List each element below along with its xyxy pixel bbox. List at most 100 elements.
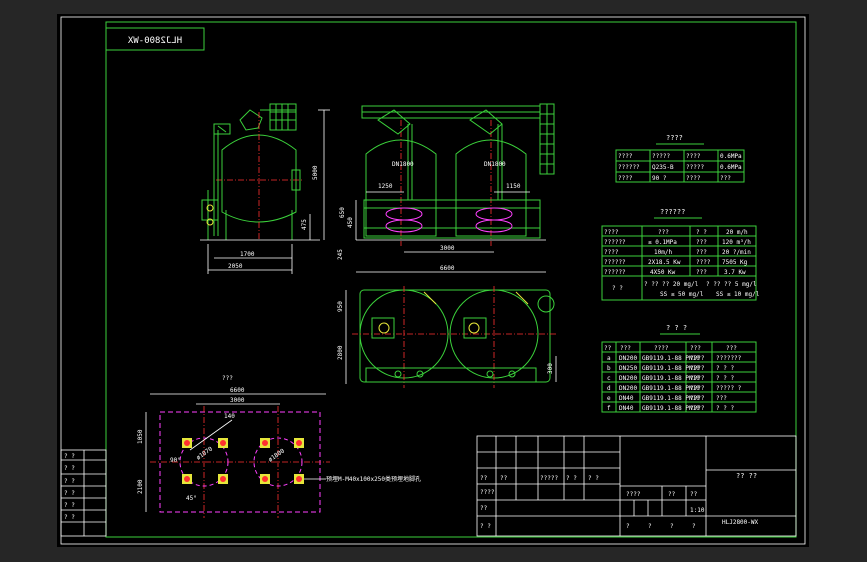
- tech-last-c: SS ≤ 50 mg/l: [660, 291, 704, 298]
- foundation-height-b: 2100: [137, 479, 144, 494]
- tech-cell: ???: [696, 269, 707, 276]
- nozzle-table-title: ? ? ?: [666, 324, 687, 332]
- tech-cell: 3.7 Kw: [724, 269, 746, 276]
- tech-cell: ???: [696, 249, 707, 256]
- tech-cell: ? ?: [696, 229, 707, 236]
- foundation-width-inner: 3000: [230, 397, 245, 404]
- design-cell: ????: [686, 153, 701, 160]
- title-cell: ? ?: [566, 475, 577, 482]
- nozzle-header: ??: [604, 345, 612, 352]
- nozzle-cell: DN200: [619, 385, 637, 392]
- tech-cell: ??????: [604, 259, 626, 266]
- tech-last-b: ? ?? ?? 5 mg/l: [706, 281, 757, 288]
- tech-cell: 4X50 Kw: [650, 269, 676, 276]
- title-foot: ?: [692, 523, 696, 530]
- title-foot: ?: [626, 523, 630, 530]
- nozzle-cell: e: [607, 395, 611, 402]
- title-cell: ? ?: [588, 475, 599, 482]
- tech-last-a: ? ?? ?? 20 mg/l: [644, 281, 699, 288]
- foundation-note: 预埋M-M40x100x250类预埋地脚孔: [326, 475, 421, 483]
- design-cell: 0.6MPa: [720, 153, 742, 160]
- nozzle-cell: d: [607, 385, 611, 392]
- nozzle-cell: ????: [690, 405, 705, 412]
- nozzle-cell: ????: [690, 385, 705, 392]
- nozzle-cell: ????: [690, 355, 705, 362]
- title-scale: 1:10: [690, 507, 705, 514]
- foundation-title: ???: [222, 375, 233, 382]
- design-cell: ????: [618, 175, 633, 182]
- tech-cell: 20 m/h: [726, 229, 748, 236]
- design-table-title: ????: [666, 134, 683, 142]
- title-scale-label: ??: [690, 491, 698, 498]
- nozzle-cell: DN200: [619, 375, 637, 382]
- nozzle-cell: a: [607, 355, 611, 362]
- title-scale-label: ????: [626, 491, 641, 498]
- tech-cell: ???: [696, 239, 707, 246]
- design-cell: ?????: [686, 164, 704, 171]
- nozzle-cell: c: [607, 375, 611, 382]
- tech-cell: ??????: [604, 239, 626, 246]
- nozzle-header: ???: [620, 345, 631, 352]
- tech-cell: ??????: [604, 269, 626, 276]
- design-cell: 90 ?: [652, 175, 667, 182]
- tech-cell: 10m/h: [654, 249, 672, 256]
- design-cell: ???: [720, 175, 731, 182]
- nozzle-cell: ???: [716, 395, 727, 402]
- design-cell: ?????: [652, 153, 670, 160]
- drawing-code: HLJ2800-WX: [722, 519, 759, 526]
- tech-cell: ???: [658, 229, 669, 236]
- tech-cell: ≤ 0.1MPa: [648, 239, 677, 246]
- strip-label: ? ?: [64, 514, 75, 521]
- nozzle-cell: DN200: [619, 355, 637, 362]
- nozzle-cell: DN40: [619, 405, 634, 412]
- tech-cell: 120 m³/h: [722, 239, 751, 246]
- strip-label: ? ?: [64, 453, 75, 460]
- strip-label: ? ?: [64, 502, 75, 509]
- nozzle-cell: DN40: [619, 395, 634, 402]
- title-cell: ????: [480, 489, 495, 496]
- dim-side-height: 5000: [312, 165, 319, 180]
- tech-last-label: ? ?: [612, 285, 623, 292]
- nozzle-header: ???: [726, 345, 737, 352]
- nozzle-cell: ? ? ?: [716, 365, 734, 372]
- nozzle-cell: f: [607, 405, 611, 412]
- nozzle-cell: ????: [690, 375, 705, 382]
- title-cell: ?????: [540, 475, 558, 482]
- tech-cell: 20 ?/min: [722, 249, 751, 256]
- dim-plan-right: 300: [547, 363, 554, 374]
- dim-plan-height-b: 2800: [337, 345, 344, 360]
- foundation-angle-a: 90°: [170, 457, 181, 464]
- tech-cell: ????: [604, 229, 619, 236]
- title-foot: ?: [670, 523, 674, 530]
- dim-front-height-a: 450: [347, 217, 354, 228]
- tech-cell: ????: [696, 259, 711, 266]
- foundation-dim-angle: 140: [224, 413, 235, 420]
- design-cell: ????: [618, 153, 633, 160]
- foundation-width-total: 6600: [230, 387, 245, 394]
- dim-front-left-offset: 1250: [378, 183, 393, 190]
- foundation-height-a: 1050: [137, 429, 144, 444]
- title-foot: ?: [648, 523, 652, 530]
- dim-side-base: 1700: [240, 251, 255, 258]
- nozzle-cell: ????? ?: [716, 385, 742, 392]
- title-cell: ??: [480, 505, 488, 512]
- dim-plan-height-a: 950: [337, 301, 344, 312]
- nozzle-cell: DN250: [619, 365, 637, 372]
- strip-label: ? ?: [64, 490, 75, 497]
- dim-front-base: 3000: [440, 245, 455, 252]
- nozzle-cell: ? ? ?: [716, 375, 734, 382]
- tech-table-title: ??????: [660, 208, 685, 216]
- nozzle-header: ???: [690, 345, 701, 352]
- dim-side-small: 475: [301, 219, 308, 230]
- design-cell: ??????: [618, 164, 640, 171]
- dim-front-left-dn: DN1800: [392, 161, 414, 168]
- tech-last-d: SS ≤ 10 mg/l: [716, 291, 760, 298]
- nozzle-cell: ???????: [716, 355, 742, 362]
- dim-plan-width: 6600: [440, 265, 455, 272]
- title-cell: ??: [480, 475, 488, 482]
- design-cell: ????: [686, 175, 701, 182]
- dim-front-small: 245: [337, 249, 344, 260]
- nozzle-cell: b: [607, 365, 611, 372]
- cad-drawing-sheet: HLJ2800-WX 5000 475 1700 2050 DN1800 DN1…: [0, 0, 867, 562]
- dim-front-right-offset: 1150: [506, 183, 521, 190]
